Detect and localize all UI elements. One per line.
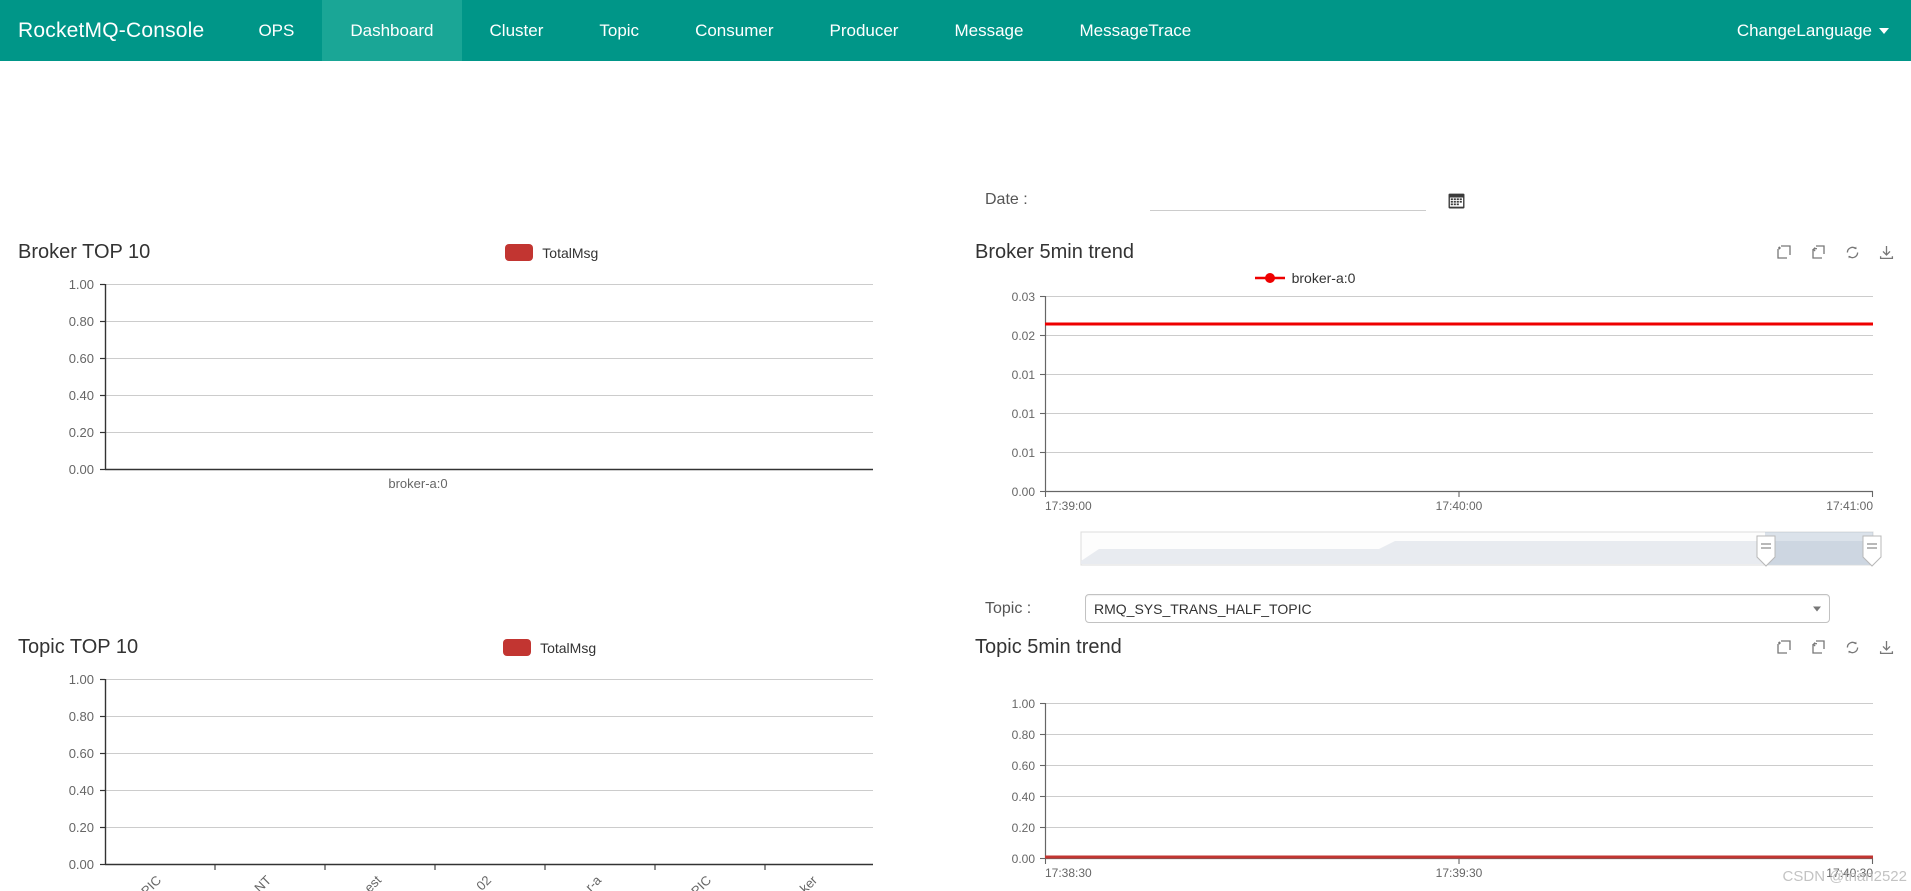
ytick-label: 0.20 bbox=[1012, 821, 1036, 835]
ytick-label: 0.00 bbox=[1012, 852, 1036, 866]
save-image-icon[interactable] bbox=[1878, 244, 1895, 261]
ytick-label: 1.00 bbox=[69, 277, 94, 292]
chart-broker-5min-trend[interactable]: 0.03 0.02 0.01 0.01 0.01 0.00 17:39:00 1… bbox=[975, 286, 1895, 531]
nav-item-messagetrace[interactable]: MessageTrace bbox=[1051, 0, 1219, 61]
xtick-label: 17:39:00 bbox=[1045, 499, 1092, 513]
topic-label: Topic : bbox=[985, 599, 1032, 617]
xtick-label: 02 bbox=[473, 873, 494, 891]
xtick-label: PIC bbox=[138, 873, 164, 891]
nav-item-cluster[interactable]: Cluster bbox=[462, 0, 572, 61]
ytick-label: 0.00 bbox=[1012, 485, 1036, 499]
xtick-label: 17:39:30 bbox=[1436, 866, 1483, 880]
data-zoom-slider-broker[interactable] bbox=[975, 528, 1895, 570]
xtick-label: est bbox=[361, 872, 384, 891]
ytick-label: 0.03 bbox=[1012, 290, 1036, 304]
chart-title-topic-5min-trend: Topic 5min trend bbox=[975, 636, 1122, 658]
chart-panel-broker-top-10: Broker TOP 10 TotalMsg 1.00 0.80 0.60 0.… bbox=[18, 241, 878, 524]
ytick-label: 0.40 bbox=[69, 783, 94, 798]
date-filter: Date : bbox=[985, 189, 1465, 211]
data-zoom-reset-icon[interactable] bbox=[1810, 244, 1827, 261]
ytick-label: 0.20 bbox=[69, 425, 94, 440]
legend-label-totalmsg: TotalMsg bbox=[540, 639, 597, 656]
refresh-icon[interactable] bbox=[1844, 639, 1861, 656]
ytick-label: 0.60 bbox=[69, 746, 94, 761]
app-brand[interactable]: RocketMQ-Console bbox=[0, 0, 230, 61]
data-zoom-window[interactable] bbox=[1765, 532, 1873, 565]
nav-item-ops[interactable]: OPS bbox=[230, 0, 322, 61]
ytick-label: 0.60 bbox=[1012, 759, 1036, 773]
ytick-label: 0.01 bbox=[1012, 446, 1036, 460]
chart-title-broker-top-10: Broker TOP 10 bbox=[18, 241, 151, 263]
save-image-icon[interactable] bbox=[1878, 639, 1895, 656]
chart-legend-broker-5min-trend[interactable]: broker-a:0 bbox=[975, 270, 1895, 286]
xtick-label: NT bbox=[251, 872, 274, 891]
xtick-label: r-a bbox=[582, 872, 604, 891]
xtick-label: 17:38:30 bbox=[1045, 866, 1092, 880]
legend-line-marker-icon bbox=[1254, 273, 1285, 283]
nav-item-consumer[interactable]: Consumer bbox=[667, 0, 801, 61]
ytick-label: 0.80 bbox=[69, 314, 94, 329]
ytick-label: 1.00 bbox=[69, 672, 94, 687]
date-label: Date : bbox=[985, 191, 1028, 208]
topic-select-wrapper: RMQ_SYS_TRANS_HALF_TOPIC bbox=[1085, 594, 1830, 623]
top-navbar: RocketMQ-Console OPS Dashboard Cluster T… bbox=[0, 0, 1911, 61]
nav-item-dashboard[interactable]: Dashboard bbox=[322, 0, 462, 61]
chart-panel-topic-top-10: Topic TOP 10 TotalMsg 1.00 0.80 0.60 0.4… bbox=[18, 636, 878, 891]
change-language-dropdown[interactable]: ChangeLanguage bbox=[1737, 21, 1889, 41]
topic-select[interactable]: RMQ_SYS_TRANS_HALF_TOPIC bbox=[1085, 594, 1830, 623]
chart-topic-top-10[interactable]: 1.00 0.80 0.60 0.40 0.20 0.00 PIC NT est… bbox=[18, 659, 878, 891]
chart-title-broker-5min-trend: Broker 5min trend bbox=[975, 241, 1134, 263]
ytick-label: 0.60 bbox=[69, 351, 94, 366]
ytick-label: 1.00 bbox=[1012, 697, 1036, 711]
ytick-label: 0.00 bbox=[69, 462, 94, 477]
chart-panel-broker-5min-trend: Broker 5min trend broker-a:0 0.03 0.02 0… bbox=[975, 241, 1895, 575]
ytick-label: 0.02 bbox=[1012, 329, 1036, 343]
topic-filter: Topic : RMQ_SYS_TRANS_HALF_TOPIC bbox=[985, 594, 1830, 623]
change-language-label: ChangeLanguage bbox=[1736, 20, 1872, 40]
ytick-label: 0.01 bbox=[1012, 368, 1036, 382]
legend-label-totalmsg: TotalMsg bbox=[542, 244, 599, 261]
legend-label-broker-a: broker-a:0 bbox=[1291, 270, 1356, 286]
nav-item-topic[interactable]: Topic bbox=[571, 0, 667, 61]
dashboard-page: Date : Broker TOP 10 TotalMsg 1.00 0.80 … bbox=[0, 61, 1911, 891]
chart-toolbox-topic bbox=[1776, 639, 1895, 656]
refresh-icon[interactable] bbox=[1844, 244, 1861, 261]
ytick-label: 0.40 bbox=[1012, 790, 1036, 804]
legend-swatch-totalmsg bbox=[503, 639, 532, 656]
data-zoom-icon[interactable] bbox=[1776, 639, 1793, 656]
chevron-down-icon bbox=[1879, 27, 1889, 34]
xtick-label: PIC bbox=[688, 873, 714, 891]
xtick-label: ker bbox=[797, 872, 821, 891]
nav-item-producer[interactable]: Producer bbox=[801, 0, 926, 61]
data-zoom-reset-icon[interactable] bbox=[1810, 639, 1827, 656]
nav-item-message[interactable]: Message bbox=[926, 0, 1051, 61]
ytick-label: 0.80 bbox=[1012, 728, 1036, 742]
ytick-label: 0.00 bbox=[69, 857, 94, 872]
xtick-label: 17:40:30 bbox=[1826, 866, 1873, 880]
data-zoom-icon[interactable] bbox=[1776, 244, 1793, 261]
xtick-label: 17:41:00 bbox=[1826, 499, 1873, 513]
chart-legend-topic-top-10[interactable]: TotalMsg bbox=[503, 639, 596, 656]
chart-topic-5min-trend[interactable]: 1.00 0.80 0.60 0.40 0.20 0.00 17:38:30 1… bbox=[975, 693, 1895, 891]
xtick-label: 17:40:00 bbox=[1436, 499, 1483, 513]
navbar-right: ChangeLanguage bbox=[1737, 0, 1911, 61]
ytick-label: 0.80 bbox=[69, 709, 94, 724]
date-input[interactable] bbox=[1149, 189, 1426, 211]
ytick-label: 0.20 bbox=[69, 820, 94, 835]
chart-toolbox-broker bbox=[1776, 244, 1895, 261]
chart-legend-broker-top-10[interactable]: TotalMsg bbox=[505, 244, 598, 261]
ytick-label: 0.40 bbox=[69, 388, 94, 403]
ytick-label: 0.01 bbox=[1012, 407, 1036, 421]
chart-title-topic-top-10: Topic TOP 10 bbox=[18, 636, 139, 658]
chart-panel-topic-5min-trend: Topic 5min trend 1.00 0.80 0.60 0.40 0.2… bbox=[975, 636, 1895, 891]
nav-items: OPS Dashboard Cluster Topic Consumer Pro… bbox=[230, 0, 1219, 61]
chart-broker-top-10[interactable]: 1.00 0.80 0.60 0.40 0.20 0.00 broker-a:0 bbox=[18, 264, 878, 524]
xtick-label: broker-a:0 bbox=[388, 476, 447, 491]
legend-swatch-totalmsg bbox=[505, 244, 534, 261]
calendar-icon[interactable] bbox=[1448, 192, 1465, 209]
